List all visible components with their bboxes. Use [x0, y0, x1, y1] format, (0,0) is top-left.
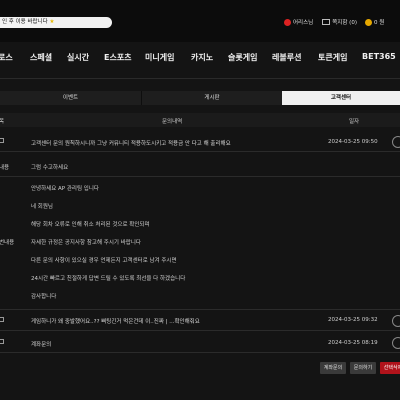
divider — [0, 78, 400, 79]
checkbox-icon[interactable] — [0, 138, 4, 143]
user-level-icon — [284, 18, 291, 26]
board-tabs: 이벤트 게시판 고객센터 — [0, 91, 400, 105]
top-bar: 인 후 이용 바랍니다 ★ 어리스님 쪽지함 (0) 0 원 — [0, 0, 400, 42]
user-name[interactable]: 어리스님 — [293, 18, 313, 26]
coin-icon — [364, 18, 372, 26]
table-row[interactable]: 계좌문의 2024-03-25 08:19 — [0, 331, 400, 353]
answer-line: 다른 문의 사항이 있으실 경우 언제든지 고객센터로 남겨 주시면 — [31, 258, 177, 264]
table-header: 목 문의내역 일자 — [0, 113, 400, 127]
table-row[interactable]: 게임하니가 왜 중발했어요..?? 삐팅긴거 먹은건데 이..진짜 | ...확… — [0, 309, 400, 331]
main-nav: 로스 스페셜 실시간 E스포츠 미니게임 카지노 슬롯게임 레볼루션 토큰게임 … — [0, 46, 400, 70]
status-circle-icon — [392, 315, 400, 327]
messages-link[interactable]: 쪽지함 (0) — [332, 18, 357, 26]
row-title[interactable]: 고객센터 문의 원칙하시니까 그냥 커뮤니티 적용하도시키고 적용금 안 다고 … — [31, 139, 231, 147]
checkbox-icon[interactable] — [0, 317, 4, 322]
question-text: 그럼 수고하세요 — [31, 165, 69, 171]
mail-icon[interactable] — [322, 19, 331, 25]
row-date: 2024-03-25 09:50 — [328, 139, 378, 145]
answer-line: 감사합니다 — [31, 294, 57, 300]
balance: 0 원 — [373, 20, 385, 26]
nav-item[interactable]: 토큰게임 — [318, 52, 347, 63]
question-label: 내용 — [0, 165, 10, 171]
user-area: 어리스님 쪽지함 (0) 0 원 — [284, 17, 384, 27]
nav-item[interactable]: BET365 — [362, 52, 396, 61]
nav-item[interactable]: 레볼루션 — [272, 52, 301, 63]
divider — [0, 176, 400, 177]
table-row[interactable]: 고객센터 문의 원칙하시니까 그냥 커뮤니티 적용하도시키고 적용금 안 다고 … — [0, 131, 400, 152]
answer-label: 번내용 — [0, 240, 15, 246]
tab-event[interactable]: 이벤트 — [0, 91, 141, 105]
nav-item[interactable]: 슬롯게임 — [228, 52, 257, 63]
nav-item[interactable]: 실시간 — [67, 52, 89, 63]
answer-line: 자세한 규정은 공지사항 참고해 주시기 바랍니다 — [31, 240, 141, 246]
nav-item[interactable]: 스페셜 — [30, 52, 52, 63]
status-circle-icon — [392, 337, 400, 349]
row-date: 2024-03-25 09:32 — [328, 317, 378, 323]
checkbox-icon[interactable] — [0, 339, 4, 344]
tab-board[interactable]: 게시판 — [141, 91, 282, 105]
status-circle-icon — [392, 136, 400, 148]
nav-item[interactable]: 카지노 — [191, 52, 213, 63]
column-header: 일자 — [349, 119, 360, 125]
notice-text: 인 후 이용 바랍니다 — [2, 19, 48, 25]
answer-line: 24시간 빠르고 친절하게 답변 드릴 수 있도록 최선을 다 하겠습니다 — [31, 276, 186, 282]
account-inquiry-button[interactable]: 계좌문의 — [320, 362, 346, 374]
inquire-button[interactable]: 문의하기 — [350, 362, 376, 374]
delete-selected-button[interactable]: 선택삭제 — [380, 362, 400, 374]
nav-item[interactable]: 로스 — [0, 52, 13, 63]
answer-line: 네 회원님 — [31, 204, 53, 210]
star-icon: ★ — [49, 19, 55, 25]
notice-banner: 인 후 이용 바랍니다 ★ — [0, 17, 112, 28]
column-header: 목 — [0, 119, 5, 125]
column-header: 문의내역 — [162, 119, 183, 125]
row-title[interactable]: 계좌문의 — [31, 340, 51, 348]
answer-line: 해당 회차 오류로 인해 취소 처리된 것으로 확인되며 — [31, 222, 150, 228]
nav-item[interactable]: E스포츠 — [104, 52, 132, 63]
row-date: 2024-03-25 08:19 — [328, 340, 378, 346]
tab-support[interactable]: 고객센터 — [282, 91, 400, 105]
answer-line: 안녕하세요 AP 관리팀 입니다 — [31, 186, 99, 192]
row-title[interactable]: 게임하니가 왜 중발했어요..?? 삐팅긴거 먹은건데 이..진짜 | ...확… — [31, 317, 200, 325]
answer-panel: 내용 그럼 수고하세요 번내용 안녕하세요 AP 관리팀 입니다 네 회원님 해… — [0, 155, 400, 302]
nav-item[interactable]: 미니게임 — [145, 52, 174, 63]
